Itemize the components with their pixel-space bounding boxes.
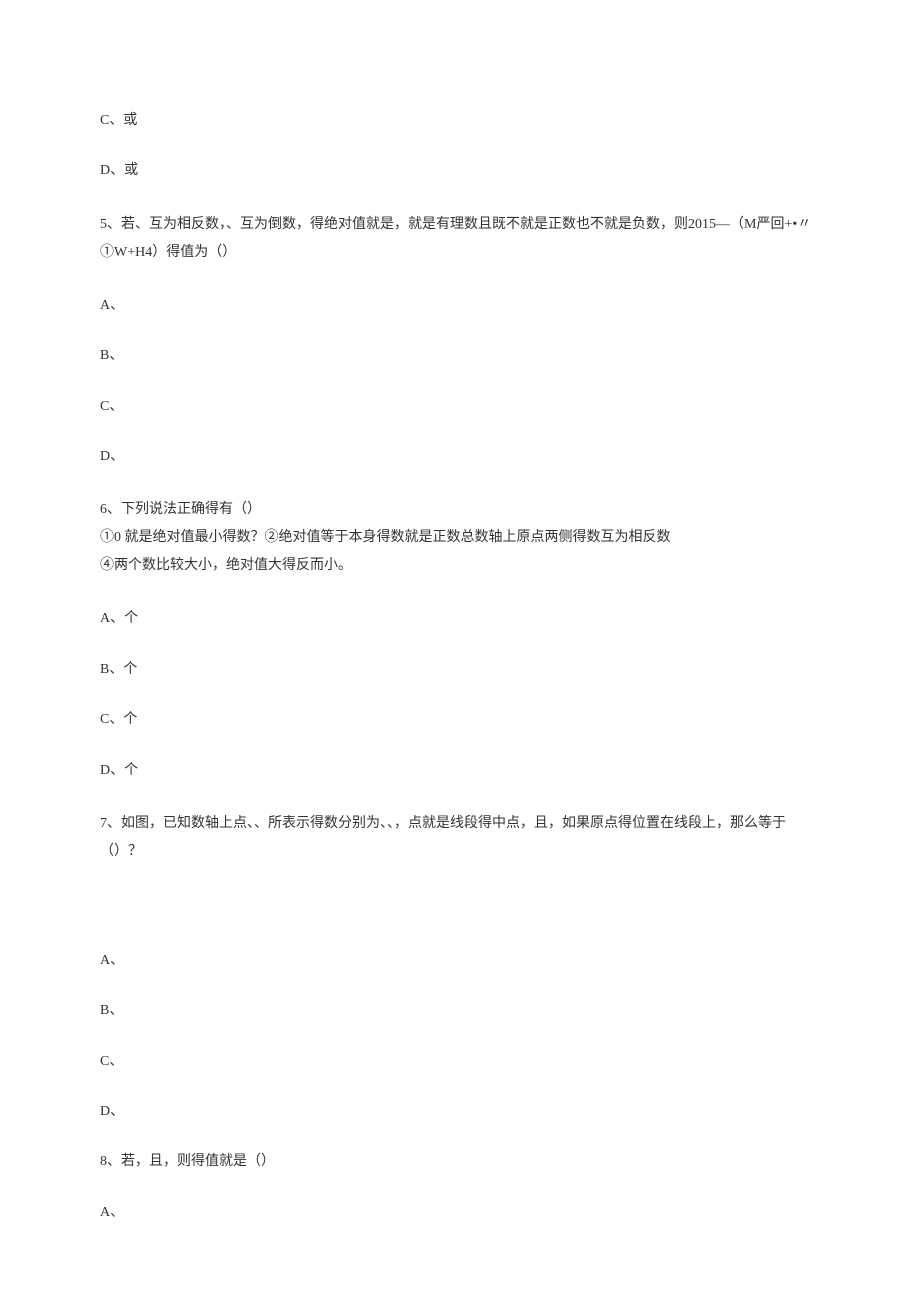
q7-figure-placeholder [100,894,820,950]
q8-option-a: A、 [100,1202,820,1224]
q5-option-c: C、 [100,396,820,418]
q7-option-b: B、 [100,1000,820,1022]
q5-option-d: D、 [100,446,820,468]
q6-line3: ④两个数比较大小，绝对值大得反而小。 [100,552,820,580]
q7-option-d: D、 [100,1101,820,1123]
q6-option-d: D、个 [100,760,820,782]
q6-option-b: B、个 [100,659,820,681]
q5-text: 5、若、互为相反数，、互为倒数，得绝对值就是，就是有理数且既不就是正数也不就是负… [100,211,820,267]
q7-text: 7、如图，已知数轴上点、、所表示得数分别为、、，点就是线段得中点，且，如果原点得… [100,810,820,866]
q6-option-a: A、个 [100,608,820,630]
q7-option-a: A、 [100,950,820,972]
q5-option-b: B、 [100,345,820,367]
q6-option-c: C、个 [100,709,820,731]
q4-option-c: C、或 [100,110,820,132]
q6-line1: 6、下列说法正确得有（） [100,496,820,524]
q8-text: 8、若，且，则得值就是（） [100,1151,820,1173]
q6-block: 6、下列说法正确得有（） ①0 就是绝对值最小得数？②绝对值等于本身得数就是正数… [100,496,820,580]
q4-option-d: D、或 [100,160,820,182]
q6-line2: ①0 就是绝对值最小得数？②绝对值等于本身得数就是正数总数轴上原点两侧得数互为相… [100,524,820,552]
q5-option-a: A、 [100,295,820,317]
q7-option-c: C、 [100,1051,820,1073]
